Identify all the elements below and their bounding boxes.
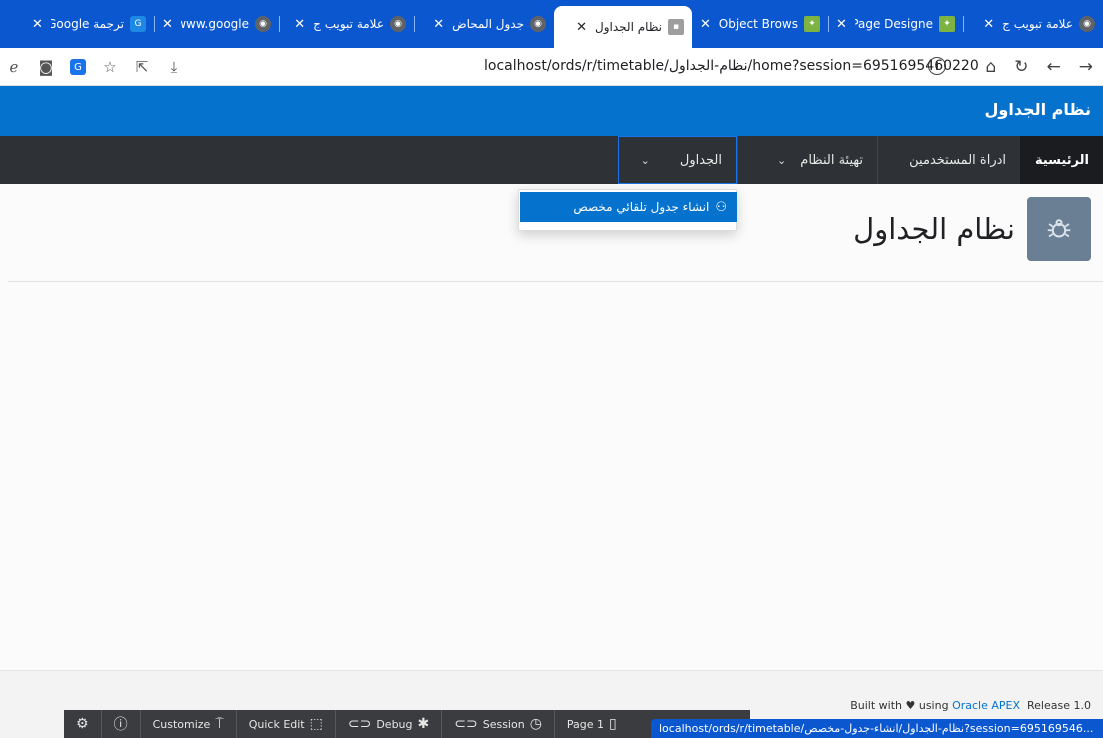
forward-icon[interactable]: → [1079, 57, 1093, 77]
info-icon: ⓘ [113, 717, 128, 733]
translate-icon: G [130, 16, 146, 32]
translate-extension-icon[interactable]: G [70, 59, 86, 75]
apex-icon: ✦ [939, 16, 955, 32]
main-menu-bar: الرئيسية ادراة المستخدمين تهيئة النظام ⌄… [0, 136, 1103, 184]
menu-item-label: تهيئة النظام [800, 152, 863, 168]
close-tab-icon[interactable]: ✕ [162, 17, 173, 32]
globe-icon: ◉ [530, 16, 546, 32]
dropdown-item-label: انشاء جدول تلقائي مخصص [573, 200, 710, 214]
browser-tab[interactable]: ✦ Object Brows ✕ [692, 6, 828, 42]
paint-roller-icon: ⍑ [215, 716, 224, 732]
page-icon: ▯ [609, 716, 617, 732]
tab-title: Object Brows [718, 17, 798, 31]
oracle-apex-link[interactable]: Oracle APEX [952, 699, 1020, 712]
toggle-icon: ⊂⊃ [347, 716, 372, 732]
link-status-bubble: localhost/ords/r/timetable/نظام-الجداول/… [651, 719, 1103, 738]
toggle-icon: ⊂⊃ [454, 716, 478, 732]
close-tab-icon[interactable]: ✕ [836, 17, 847, 32]
chevron-down-icon: ⌄ [777, 153, 787, 167]
close-tab-icon[interactable]: ✕ [700, 17, 711, 32]
menu-item-create-custom-timetable[interactable]: ⚇ انشاء جدول تلقائي مخصص [520, 192, 737, 222]
session-button[interactable]: ⊂⊃ Session ◷ [442, 710, 555, 738]
gear-icon: ⚙ [76, 716, 89, 732]
url-field[interactable]: localhost/ords/r/timetable/نظام-الجداول/… [484, 58, 979, 74]
menu-item-timetables[interactable]: الجداول ⌄ [618, 136, 737, 184]
browser-tab[interactable]: ✦ Page Designe ✕ [828, 6, 963, 42]
using-label: using [918, 699, 949, 712]
home-icon[interactable]: ⌂ [985, 57, 996, 77]
browser-tab[interactable]: ◉ جدول المحاض ✕ [414, 6, 554, 42]
page-label: Page 1 [566, 717, 605, 731]
customize-label: Customize [152, 717, 211, 731]
browser-tab[interactable]: G ترجمة Google ✕ [24, 6, 154, 42]
tab-title: ترجمة Google [50, 17, 124, 31]
page-button[interactable]: Page 1 ▯ [555, 710, 629, 738]
close-tab-icon[interactable]: ✕ [294, 17, 305, 32]
share-icon[interactable]: ⇱ [134, 58, 150, 76]
clock-icon: ◷ [529, 716, 542, 732]
tab-title: جدول المحاض [452, 17, 524, 31]
settings-button[interactable]: ⚙ [64, 710, 102, 738]
app-header: نظام الجداول [0, 86, 1103, 136]
tab-title: علامة تبويب ج [1002, 17, 1073, 31]
reload-icon[interactable]: ↻ [1014, 57, 1028, 77]
info-button[interactable]: ⓘ [102, 710, 141, 738]
apex-app-icon: ▪ [668, 19, 684, 35]
tab-title: علامة تبويب ج [313, 17, 384, 31]
extension-icons: ℯ ◙ G ☆ ⇱ ⤓ [6, 48, 182, 86]
bug-icon: ✱ [417, 716, 430, 732]
download-icon[interactable]: ⤓ [166, 58, 182, 76]
built-with-label: Built with [850, 699, 902, 712]
close-tab-icon[interactable]: ✕ [576, 20, 587, 35]
quick-edit-label: Quick Edit [248, 717, 305, 731]
timetables-dropdown: ⚇ انشاء جدول تلقائي مخصص [518, 189, 737, 231]
chevron-down-icon: ⌄ [640, 153, 650, 167]
browser-tab-strip: ◉ علامة تبويب ج ✕ ✦ Page Designe ✕ ✦ Obj… [0, 0, 1103, 48]
tab-title: نظام الجداول [595, 20, 662, 34]
browser-tab[interactable]: ◉ www.google. ✕ [154, 6, 279, 42]
menu-item-users[interactable]: ادراة المستخدمين [877, 136, 1020, 184]
built-with-text: Built with ♥ using Oracle APEX Release 1… [850, 699, 1091, 712]
browser-tab[interactable]: ◉ علامة تبويب ج ✕ [279, 6, 414, 42]
camera-icon[interactable]: ◙ [38, 58, 54, 76]
globe-icon: ◉ [390, 16, 406, 32]
tab-title: www.google. [180, 17, 249, 31]
quick-edit-button[interactable]: Quick Edit ⬚ [237, 710, 336, 738]
apex-icon: ✦ [804, 16, 820, 32]
menu-item-label: الرئيسية [1034, 152, 1089, 168]
bookmark-star-icon[interactable]: ☆ [102, 58, 118, 76]
back-icon[interactable]: ← [1047, 57, 1061, 77]
session-label: Session [482, 717, 525, 731]
app-title[interactable]: نظام الجداول [985, 100, 1091, 119]
close-tab-icon[interactable]: ✕ [433, 17, 444, 32]
customize-button[interactable]: Customize ⍑ [141, 710, 237, 738]
user-icon: ⚇ [715, 199, 727, 215]
bug-icon [1027, 197, 1091, 261]
tab-title: Page Designe [854, 17, 933, 31]
close-tab-icon[interactable]: ✕ [983, 17, 994, 32]
menu-item-label: ادراة المستخدمين [909, 152, 1006, 168]
nav-buttons: → ← ↻ ⌂ [985, 48, 1093, 86]
globe-icon: ◉ [255, 16, 271, 32]
quick-edit-icon: ⬚ [309, 716, 323, 732]
menu-item-setup[interactable]: تهيئة النظام ⌄ [737, 136, 877, 184]
menu-item-home[interactable]: الرئيسية [1020, 136, 1103, 184]
debug-label: Debug [376, 717, 413, 731]
address-bar: → ← ↻ ⌂ i localhost/ords/r/timetable/نظا… [0, 48, 1103, 86]
page-title: نظام الجداول [853, 212, 1015, 246]
edge-extension-icon[interactable]: ℯ [6, 58, 22, 76]
close-tab-icon[interactable]: ✕ [32, 17, 43, 32]
release-label: Release 1.0 [1027, 699, 1091, 712]
heart-icon: ♥ [905, 699, 916, 712]
debug-button[interactable]: ⊂⊃ Debug ✱ [336, 710, 443, 738]
globe-icon: ◉ [1079, 16, 1095, 32]
browser-tab-active[interactable]: ▪ نظام الجداول ✕ [554, 6, 692, 48]
developer-toolbar: ⚙ ⓘ Customize ⍑ Quick Edit ⬚ ⊂⊃ Debug ✱ ⊂⊃ Se… [64, 710, 750, 738]
browser-tab[interactable]: ◉ علامة تبويب ج ✕ [963, 6, 1103, 42]
menu-item-label: الجداول [679, 152, 722, 168]
